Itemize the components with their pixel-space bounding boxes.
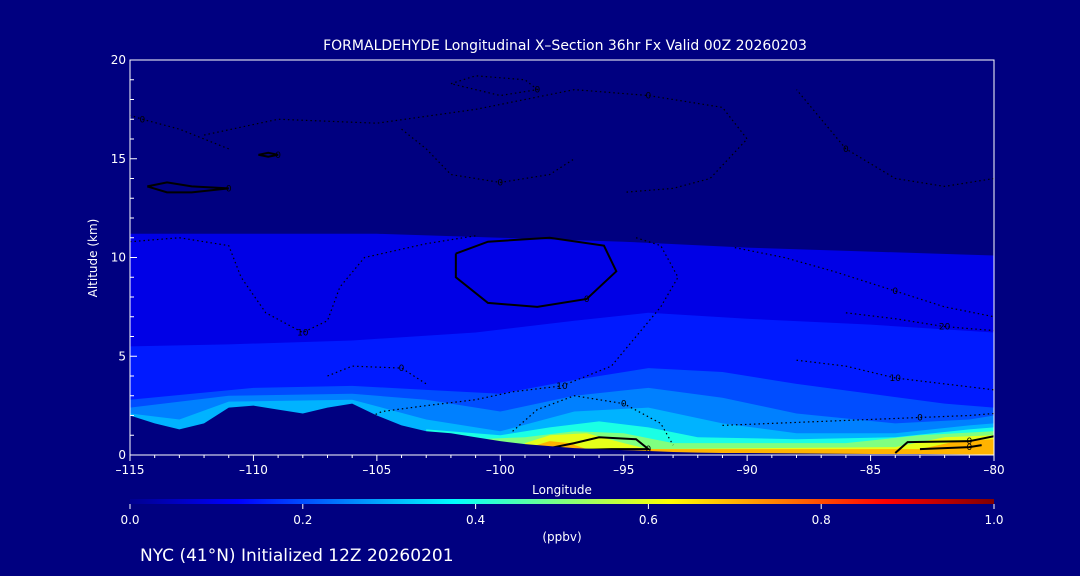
colorbar: 0.0 0.2 0.4 0.6 0.8 1.0 (ppbv) [120, 499, 1004, 544]
chart-canvas: FORMALDEHYDE Longitudinal X–Section 36hr… [86, 38, 1005, 566]
x-tick-label-6: –85 [860, 463, 881, 477]
colorbar-tick-label-3: 0.6 [639, 513, 658, 527]
contour-label-16: 0 [843, 145, 849, 155]
colorbar-tick-label-5: 1.0 [984, 513, 1003, 527]
contour-label-13: 0 [534, 86, 540, 96]
colorbar-tick-label-1: 0.2 [293, 513, 312, 527]
x-tick-label-5: –90 [737, 463, 758, 477]
x-tick-label-0: –115 [116, 463, 145, 477]
colorbar-tick-label-4: 0.8 [812, 513, 831, 527]
y-tick-label-3: 15 [111, 152, 126, 166]
x-axis-label: Longitude [532, 483, 592, 497]
plot-area: 00000010101020000000000 [129, 59, 995, 456]
contour-label-1: 0 [226, 184, 232, 194]
colorbar-ramp [130, 499, 994, 504]
contour-label-18: 0 [399, 364, 405, 374]
contour-label-2: 0 [275, 151, 281, 161]
contour-label-8: 10 [890, 374, 902, 384]
x-tick-label-4: –95 [613, 463, 634, 477]
colorbar-tick-label-0: 0.0 [120, 513, 139, 527]
contour-label-7: 10 [556, 382, 568, 392]
contour-label-15: 0 [139, 115, 145, 125]
colorbar-tick-label-2: 0.4 [466, 513, 485, 527]
y-axis-label: Altitude (km) [86, 219, 100, 298]
contour-label-14: 0 [497, 178, 503, 188]
x-tick-label-7: –80 [983, 463, 1004, 477]
x-axis: –115 –110 –105 –100 –95 –90 –85 –80 [116, 455, 1005, 477]
x-tick-label-2: –105 [362, 463, 391, 477]
chart-title: FORMALDEHYDE Longitudinal X–Section 36hr… [323, 38, 807, 54]
x-tick-label-1: –110 [239, 463, 268, 477]
footer-caption: NYC (41°N) Initialized 12Z 20260201 [140, 546, 454, 566]
contour-label-12: 0 [646, 92, 652, 102]
y-tick-label-4: 20 [111, 53, 126, 67]
contour-label-11: 0 [621, 400, 627, 410]
contour-label-5: 0 [966, 443, 972, 453]
contour-label-10: 0 [917, 413, 923, 423]
contour-label-0: 0 [584, 295, 590, 305]
y-tick-label-2: 10 [111, 251, 126, 265]
contour-label-9: 20 [939, 323, 951, 333]
y-tick-label-1: 5 [118, 349, 126, 363]
contour-label-6: 10 [297, 329, 309, 339]
x-tick-label-3: –100 [486, 463, 515, 477]
contour-label-17: 0 [892, 287, 898, 297]
colorbar-label: (ppbv) [542, 530, 581, 544]
y-tick-label-0: 0 [118, 448, 126, 462]
